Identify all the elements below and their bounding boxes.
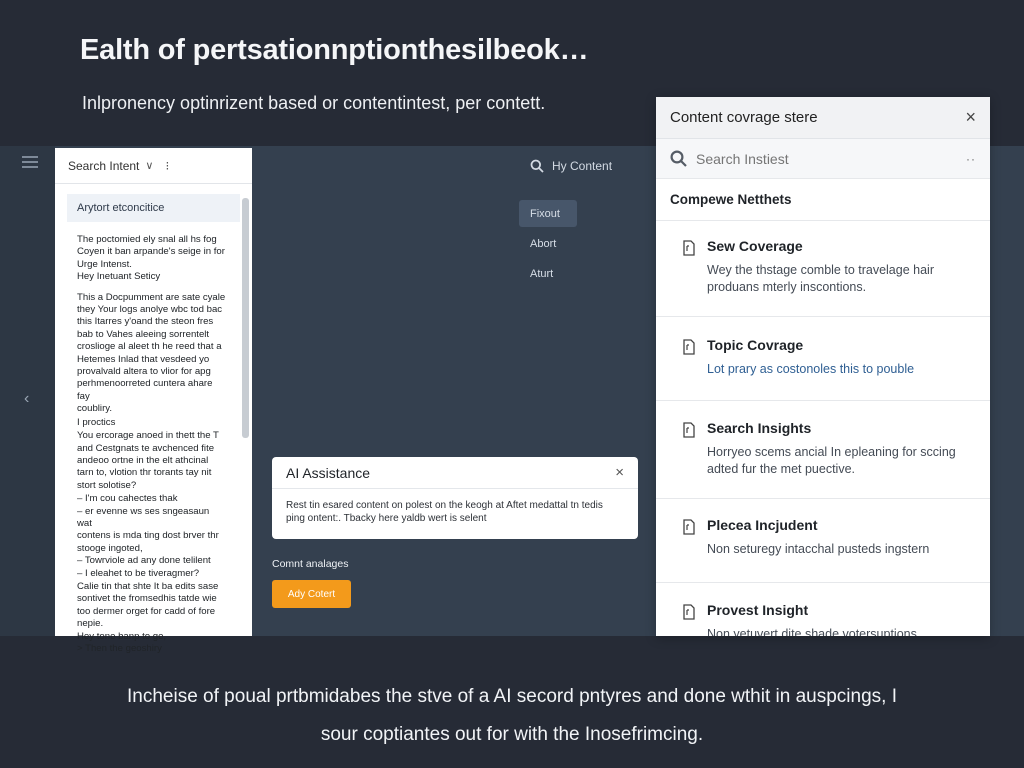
ai-assistance-body: Rest tin esared content on polest on the…	[286, 500, 603, 524]
item-title: Topic Covrage	[707, 337, 804, 353]
apply-content-button[interactable]: Ady Cotert	[272, 580, 351, 608]
close-icon[interactable]: ×	[615, 464, 624, 481]
search-intent-dropdown[interactable]: Search Intent ∨ ⁝	[55, 148, 252, 184]
item-title: Plecea Incjudent	[707, 517, 818, 533]
document-body: The poctomied ely snal all hs fog Coyen …	[55, 222, 240, 655]
item-title: Sew Coverage	[707, 238, 803, 254]
panel-search-bar: ··	[656, 139, 990, 179]
hamburger-menu-icon[interactable]	[22, 156, 38, 170]
slide-subtitle: Inlpronency optinrizent based or content…	[82, 93, 546, 113]
list-item[interactable]: Search Insights Horryeo scems ancial In …	[656, 401, 990, 499]
list-item[interactable]: Sew Coverage Wey the thstage comble to t…	[656, 221, 990, 317]
chevron-left-icon[interactable]: ‹	[24, 390, 29, 408]
list-item[interactable]: Provest Insight Non yetuvert dite shade …	[656, 583, 990, 636]
document-icon	[683, 422, 695, 438]
slide-title: Ealth of pertsationnptionthesilbeok…	[80, 34, 589, 66]
document-scrollbar[interactable]	[242, 198, 249, 438]
side-menu: Fixout Abort Aturt	[519, 200, 577, 290]
search-icon	[670, 150, 687, 167]
item-description: Horryeo scems ancial In epleaning for sc…	[707, 445, 956, 476]
kebab-menu-icon[interactable]: ⁝	[165, 159, 169, 173]
doc-section-header: Arytort etconcitice	[67, 194, 240, 222]
item-description: Wey the thstage comble to travelage hair…	[707, 263, 934, 294]
item-title: Provest Insight	[707, 602, 809, 618]
menu-item-aturt[interactable]: Aturt	[519, 260, 577, 287]
list-item[interactable]: Plecea Incjudent Non seturegy intacchal …	[656, 499, 990, 583]
slide-caption: Incheise of poual prtbmidabes the stve o…	[0, 678, 1024, 754]
more-options-icon[interactable]: ··	[966, 152, 976, 166]
search-intent-label: Search Intent	[68, 158, 140, 173]
ai-assistance-card: AI Assistance × Rest tin esared content …	[272, 457, 638, 539]
document-icon	[683, 604, 695, 620]
search-icon	[530, 159, 544, 173]
content-coverage-panel: Content covrage stere × ·· Compewe Netth…	[656, 97, 990, 636]
panel-title: Content covrage stere	[670, 109, 818, 126]
caption-line-2: sour coptiantes out for with the Inosefr…	[320, 724, 704, 745]
doc-paragraph: I proctics	[77, 416, 116, 428]
doc-paragraph: This a Docpumment are sate cyale they Yo…	[77, 291, 226, 415]
content-analysis-label: Comnt analages	[272, 558, 349, 570]
chevron-down-icon: ∨	[145, 160, 154, 172]
search-input[interactable]	[696, 150, 936, 167]
item-title: Search Insights	[707, 420, 812, 436]
item-description: Non yetuvert dite shade votersuptions	[707, 627, 917, 636]
search-content-button[interactable]: Hy Content	[530, 156, 612, 176]
caption-line-1: Incheise of poual prtbmidabes the stve o…	[127, 686, 897, 707]
document-icon	[683, 240, 695, 256]
close-icon[interactable]: ×	[965, 107, 976, 128]
list-item[interactable]: Topic Covrage Lot prary as costonoles th…	[656, 317, 990, 401]
doc-paragraph: You ercorage anoed in thett the T and Ce…	[77, 430, 219, 491]
menu-item-fixout[interactable]: Fixout	[519, 200, 577, 227]
search-content-label: Hy Content	[552, 159, 613, 173]
ai-assistance-title: AI Assistance	[286, 464, 371, 481]
section-title: Compewe Netthets	[656, 179, 990, 221]
menu-item-abort[interactable]: Abort	[519, 230, 577, 257]
document-icon	[683, 339, 695, 355]
left-rail: ‹	[0, 146, 55, 636]
doc-paragraph: The poctomied ely snal all hs fog Coyen …	[77, 234, 225, 283]
document-panel: Search Intent ∨ ⁝ Arytort etconcitice Th…	[55, 148, 252, 654]
item-description: Non seturegy intacchal pusteds ingstern	[707, 542, 930, 556]
doc-paragraph: – I'm cou cahectes thak – er evenne ws s…	[77, 493, 219, 579]
item-description: Lot prary as costonoles this to pouble	[707, 362, 915, 376]
doc-paragraph: Calie tin that shte It ba edits sase son…	[77, 580, 219, 654]
document-icon	[683, 519, 695, 535]
